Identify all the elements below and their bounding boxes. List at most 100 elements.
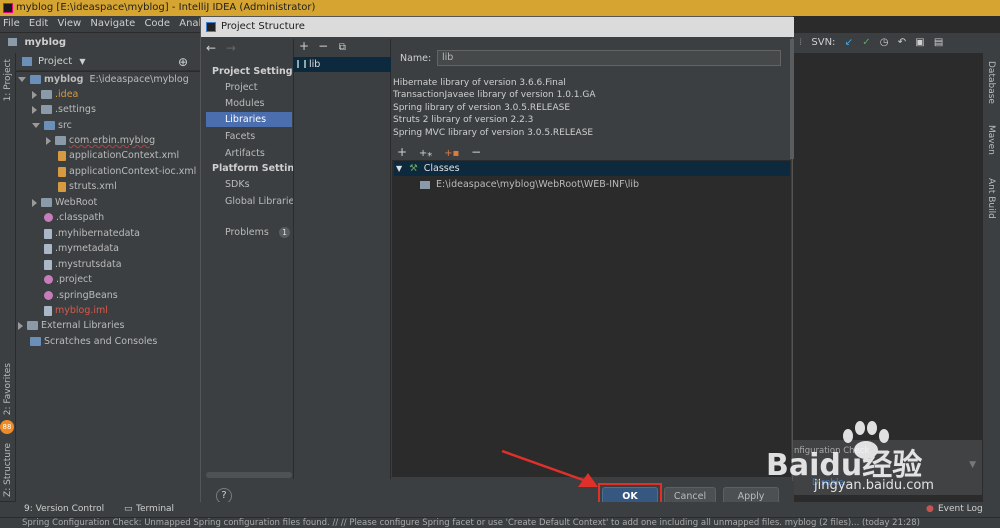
sidebar-scrollbar[interactable] [206, 472, 292, 478]
copy-icon[interactable]: ⧉ [334, 42, 350, 53]
library-name-input[interactable]: lib [437, 50, 781, 66]
intellij-icon [206, 22, 216, 32]
favorites-tool-tab[interactable]: 2: Favorites [3, 363, 13, 415]
menu-file[interactable]: File [0, 16, 23, 32]
expand-icon[interactable] [32, 198, 37, 207]
update-icon[interactable]: ↙ [845, 37, 853, 48]
terminal-tab[interactable]: Terminal [136, 502, 174, 517]
details-scrollbar[interactable] [790, 39, 794, 159]
maven-tool-tab[interactable]: Maven [986, 125, 996, 155]
library-item-lib[interactable]: lib [293, 57, 391, 72]
ant-build-tool-tab[interactable]: Ant Build [986, 178, 996, 219]
tree-item-webroot[interactable]: WebRoot [32, 195, 97, 210]
settings-sidebar: Project Settings Project Modules Librari… [206, 59, 307, 479]
tree-item-idea[interactable]: .idea [32, 87, 78, 102]
sidebar-item-libraries[interactable]: Libraries [206, 112, 292, 127]
back-arrow-icon[interactable]: ← [206, 41, 216, 55]
tree-item-scratches[interactable]: Scratches and Consoles [30, 334, 157, 349]
target-icon[interactable]: ⊕ [178, 53, 188, 71]
tree-item-mystrutsdata[interactable]: .mystrutsdata [44, 257, 122, 272]
folder-icon [41, 198, 52, 207]
menu-edit[interactable]: Edit [26, 16, 51, 32]
sidebar-item-global-libraries[interactable]: Global Libraries [206, 194, 299, 209]
commit-icon[interactable]: ✓ [862, 37, 870, 48]
tree-item-myblog[interactable]: myblog E:\ideaspace\myblog [18, 72, 189, 87]
section-project-settings: Project Settings [212, 66, 299, 77]
structure-icon[interactable]: ▣ [915, 37, 924, 48]
forward-arrow-icon[interactable]: → [226, 41, 236, 55]
classes-node[interactable]: ▼ ⚒ Classes [394, 161, 790, 176]
history-icon[interactable]: ◷ [880, 37, 889, 48]
navigation-bar: myblog [0, 33, 200, 53]
bottom-tool-bar: 9: Version Control ▭ Terminal ● Event Lo… [0, 502, 1000, 517]
structure-tool-tab[interactable]: Z: Structure [3, 443, 13, 497]
add-jar-icon[interactable]: +⁎ [419, 148, 432, 159]
layout-icon[interactable]: ▤ [934, 37, 943, 48]
sidebar-item-problems[interactable]: Problems 1 [206, 225, 292, 240]
dialog-title-bar: Project Structure [201, 17, 794, 37]
expand-icon[interactable] [18, 77, 26, 82]
status-message[interactable]: Spring Configuration Check: Unmapped Spr… [0, 518, 920, 528]
status-bar: Spring Configuration Check: Unmapped Spr… [0, 517, 1000, 528]
remove-icon[interactable]: − [471, 145, 481, 159]
database-tool-tab[interactable]: Database [986, 61, 996, 104]
event-log-tab[interactable]: Event Log [938, 502, 983, 517]
menu-view[interactable]: View [54, 16, 84, 32]
library-icon [297, 60, 306, 68]
tree-item-project[interactable]: .project [44, 272, 92, 287]
scratches-icon [30, 337, 41, 346]
sidebar-item-facets[interactable]: Facets [206, 129, 292, 144]
chevron-down-icon[interactable]: ▼ [79, 57, 85, 66]
sidebar-item-modules[interactable]: Modules [206, 96, 292, 111]
tree-item-package[interactable]: com.erbin.myblog [46, 133, 155, 148]
add-icon[interactable]: + [397, 145, 407, 159]
spring-xml-icon [58, 166, 66, 177]
spring-xml-icon [58, 150, 66, 161]
xml-file-icon [58, 181, 66, 192]
file-icon [44, 291, 53, 300]
hammer-icon: ⚒ [409, 163, 418, 174]
breadcrumb-project[interactable]: myblog [24, 37, 66, 48]
sidebar-item-project[interactable]: Project [206, 80, 292, 95]
file-icon [44, 275, 53, 284]
tree-item-classpath[interactable]: .classpath [44, 210, 104, 225]
expand-icon[interactable] [32, 90, 37, 99]
file-icon [44, 259, 52, 270]
tree-item-mymetadata[interactable]: .mymetadata [44, 241, 119, 256]
tree-item-springbeans[interactable]: .springBeans [44, 288, 118, 303]
project-panel-header: Project ▼ ⊕ [16, 53, 200, 71]
tree-item-external-libraries[interactable]: External Libraries [18, 318, 124, 333]
revert-icon[interactable]: ↶ [898, 37, 906, 48]
chevron-down-icon[interactable]: ▼ [396, 164, 402, 173]
project-tool-tab[interactable]: 1: Project [3, 59, 13, 101]
sidebar-item-artifacts[interactable]: Artifacts [206, 146, 292, 161]
file-icon [44, 243, 52, 254]
expand-icon[interactable] [32, 123, 40, 128]
library-icon [27, 321, 38, 330]
expand-icon[interactable] [46, 136, 51, 145]
library-description: Spring MVC library of version 3.0.5.RELE… [393, 128, 594, 138]
remove-icon[interactable]: − [315, 39, 331, 53]
intellij-icon [3, 3, 13, 13]
sidebar-item-sdks[interactable]: SDKs [206, 177, 292, 192]
notification-badge[interactable]: 88 [0, 420, 14, 434]
classes-path-row[interactable]: E:\ideaspace\myblog\WebRoot\WEB-INF\lib [420, 177, 639, 192]
tree-item-src[interactable]: src [32, 118, 72, 133]
expand-icon[interactable] [18, 321, 23, 330]
tree-item-applicationcontext-ioc[interactable]: applicationContext-ioc.xml [58, 164, 196, 179]
tree-item-settings[interactable]: .settings [32, 102, 96, 117]
attach-icon[interactable]: +▪ [444, 148, 459, 159]
menu-code[interactable]: Code [141, 16, 173, 32]
add-icon[interactable]: + [296, 39, 312, 53]
version-control-tab[interactable]: 9: Version Control [24, 502, 104, 517]
tree-item-myblog-iml[interactable]: myblog.iml [44, 303, 108, 318]
library-description: Hibernate library of version 3.6.6.Final [393, 78, 566, 88]
tree-item-myhibernatedata[interactable]: .myhibernatedata [44, 226, 140, 241]
tree-item-struts[interactable]: struts.xml [58, 179, 117, 194]
source-folder-icon [44, 121, 55, 130]
menu-navigate[interactable]: Navigate [87, 16, 138, 32]
module-file-icon [44, 305, 52, 316]
project-view-selector[interactable]: Project [38, 56, 72, 67]
tree-item-applicationcontext[interactable]: applicationContext.xml [58, 148, 179, 163]
expand-icon[interactable] [32, 105, 37, 114]
